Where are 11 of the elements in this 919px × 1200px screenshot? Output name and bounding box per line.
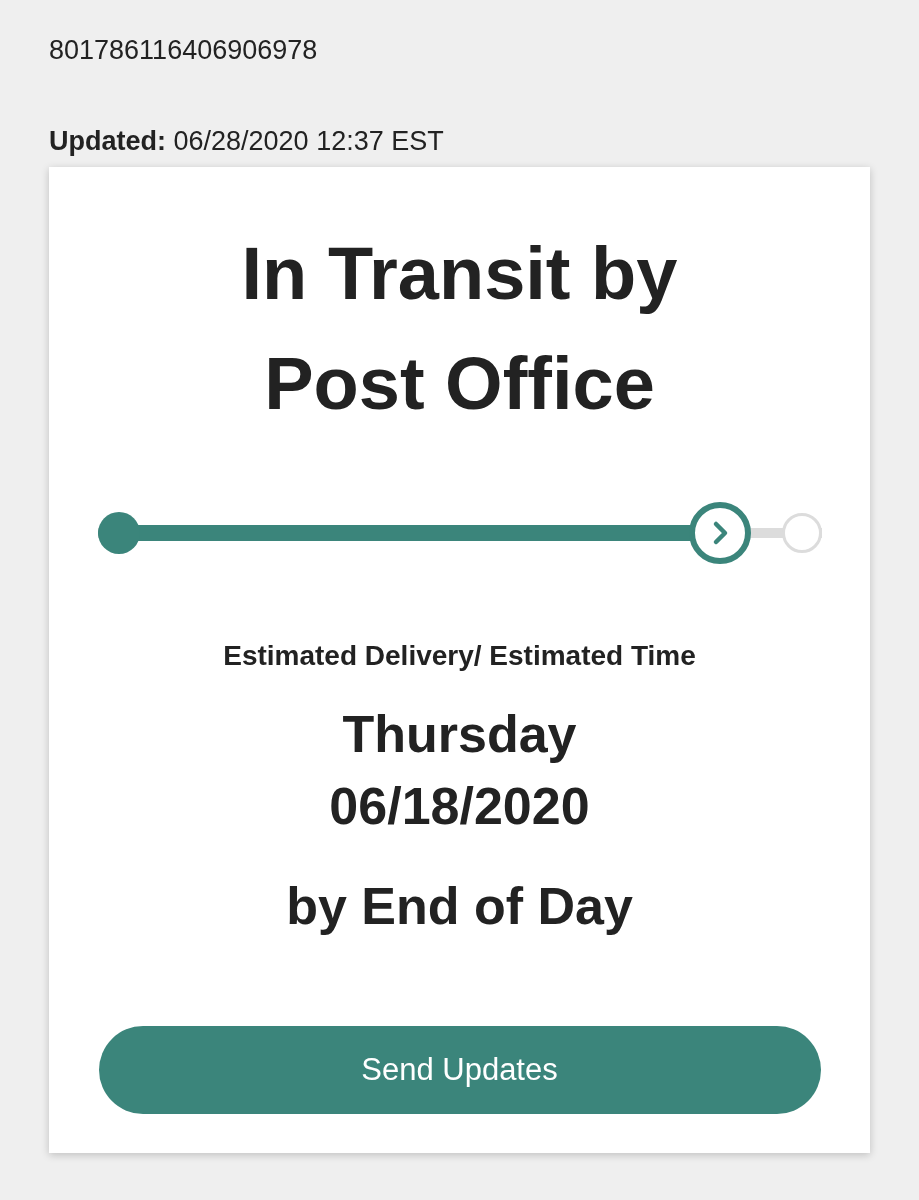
end-circle-icon <box>781 513 822 553</box>
chevron-circle-icon <box>689 502 752 564</box>
estimate-label: Estimated Delivery/ Estimated Time <box>223 639 696 673</box>
delivery-day: Thursday <box>342 698 577 770</box>
delivery-time: by End of Day <box>286 876 633 937</box>
start-dot-icon <box>97 512 140 554</box>
tracking-number: 801786116406906978 <box>49 34 319 67</box>
send-updates-button[interactable]: Send Updates <box>98 1026 821 1114</box>
delivery-date: 06/18/2020 <box>329 776 590 837</box>
updated-timestamp: Updated: 06/28/2020 12:37 EST <box>49 125 445 158</box>
status-title: In Transit by Post Office <box>240 231 679 427</box>
